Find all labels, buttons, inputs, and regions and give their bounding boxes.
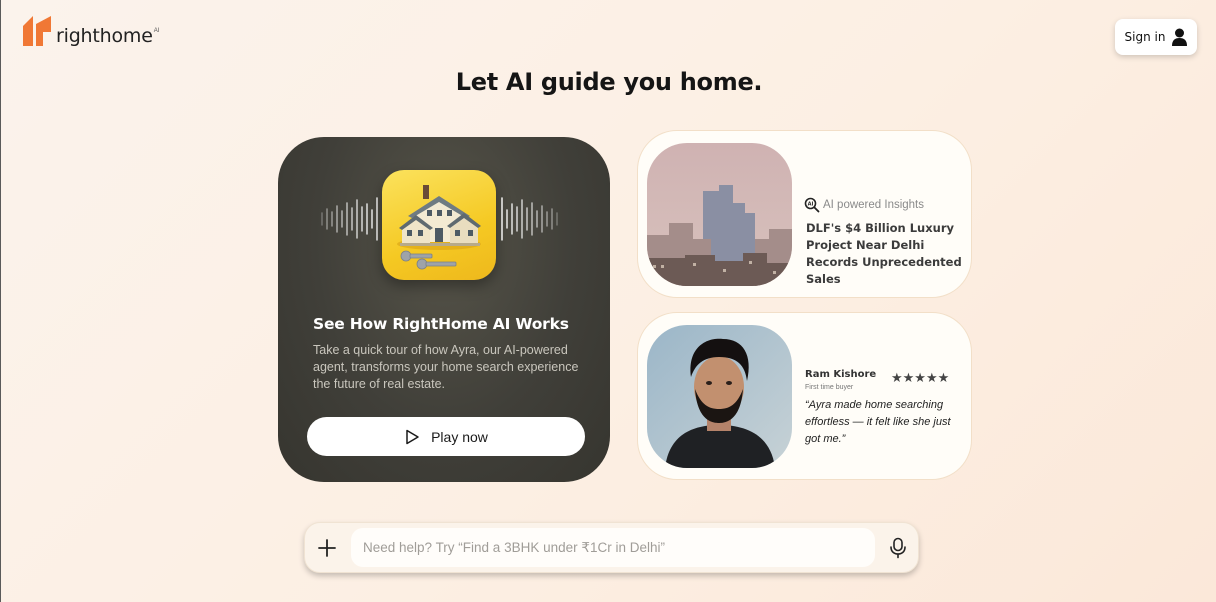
- review-quote: “Ayra made home searching effortless — i…: [805, 399, 951, 445]
- ai-search-icon: AI: [804, 197, 820, 213]
- play-icon: [406, 429, 419, 444]
- play-now-button[interactable]: Play now: [307, 417, 585, 456]
- review-card: Ram Kishore First time buyer ★★★★★ “Ayra…: [637, 312, 972, 480]
- page-headline: Let AI guide you home.: [455, 68, 763, 96]
- audio-wave-right-icon: [501, 197, 558, 241]
- star-rating: ★★★★★: [891, 370, 950, 385]
- brand-name: righthome: [56, 25, 153, 47]
- news-title[interactable]: DLF's $4 Billion Luxury Project Near Del…: [806, 220, 971, 288]
- brand-tm: AI: [153, 28, 160, 34]
- svg-text:AI: AI: [808, 202, 814, 208]
- mic-icon[interactable]: [888, 537, 908, 559]
- reviewer-avatar: [647, 325, 792, 468]
- chat-input[interactable]: [351, 528, 875, 567]
- house-icon: [382, 170, 496, 280]
- reviewer-role: First time buyer: [805, 384, 854, 391]
- ai-insights-tag: AI AI powered Insights: [804, 197, 924, 213]
- righthome-logo-icon: [23, 16, 51, 46]
- signin-button[interactable]: Sign in: [1115, 19, 1197, 55]
- news-card[interactable]: AI AI powered Insights DLF's $4 Billion …: [637, 130, 972, 298]
- reviewer-name: Ram Kishore: [805, 369, 877, 380]
- promo-title: See How RightHome AI Works: [313, 315, 569, 333]
- play-now-label: Play now: [431, 428, 488, 445]
- city-skyline-image: [647, 143, 792, 286]
- chat-bar: [304, 522, 919, 573]
- brand-logo[interactable]: righthome AI: [23, 16, 159, 46]
- audio-wave-left-icon: [321, 197, 378, 241]
- user-icon: [1172, 28, 1188, 46]
- promo-card: See How RightHome AI Works Take a quick …: [278, 137, 610, 482]
- signin-label: Sign in: [1124, 30, 1166, 44]
- promo-description: Take a quick tour of how Ayra, our AI-po…: [313, 343, 579, 391]
- ai-insights-label: AI powered Insights: [823, 199, 925, 211]
- plus-icon[interactable]: [316, 537, 338, 559]
